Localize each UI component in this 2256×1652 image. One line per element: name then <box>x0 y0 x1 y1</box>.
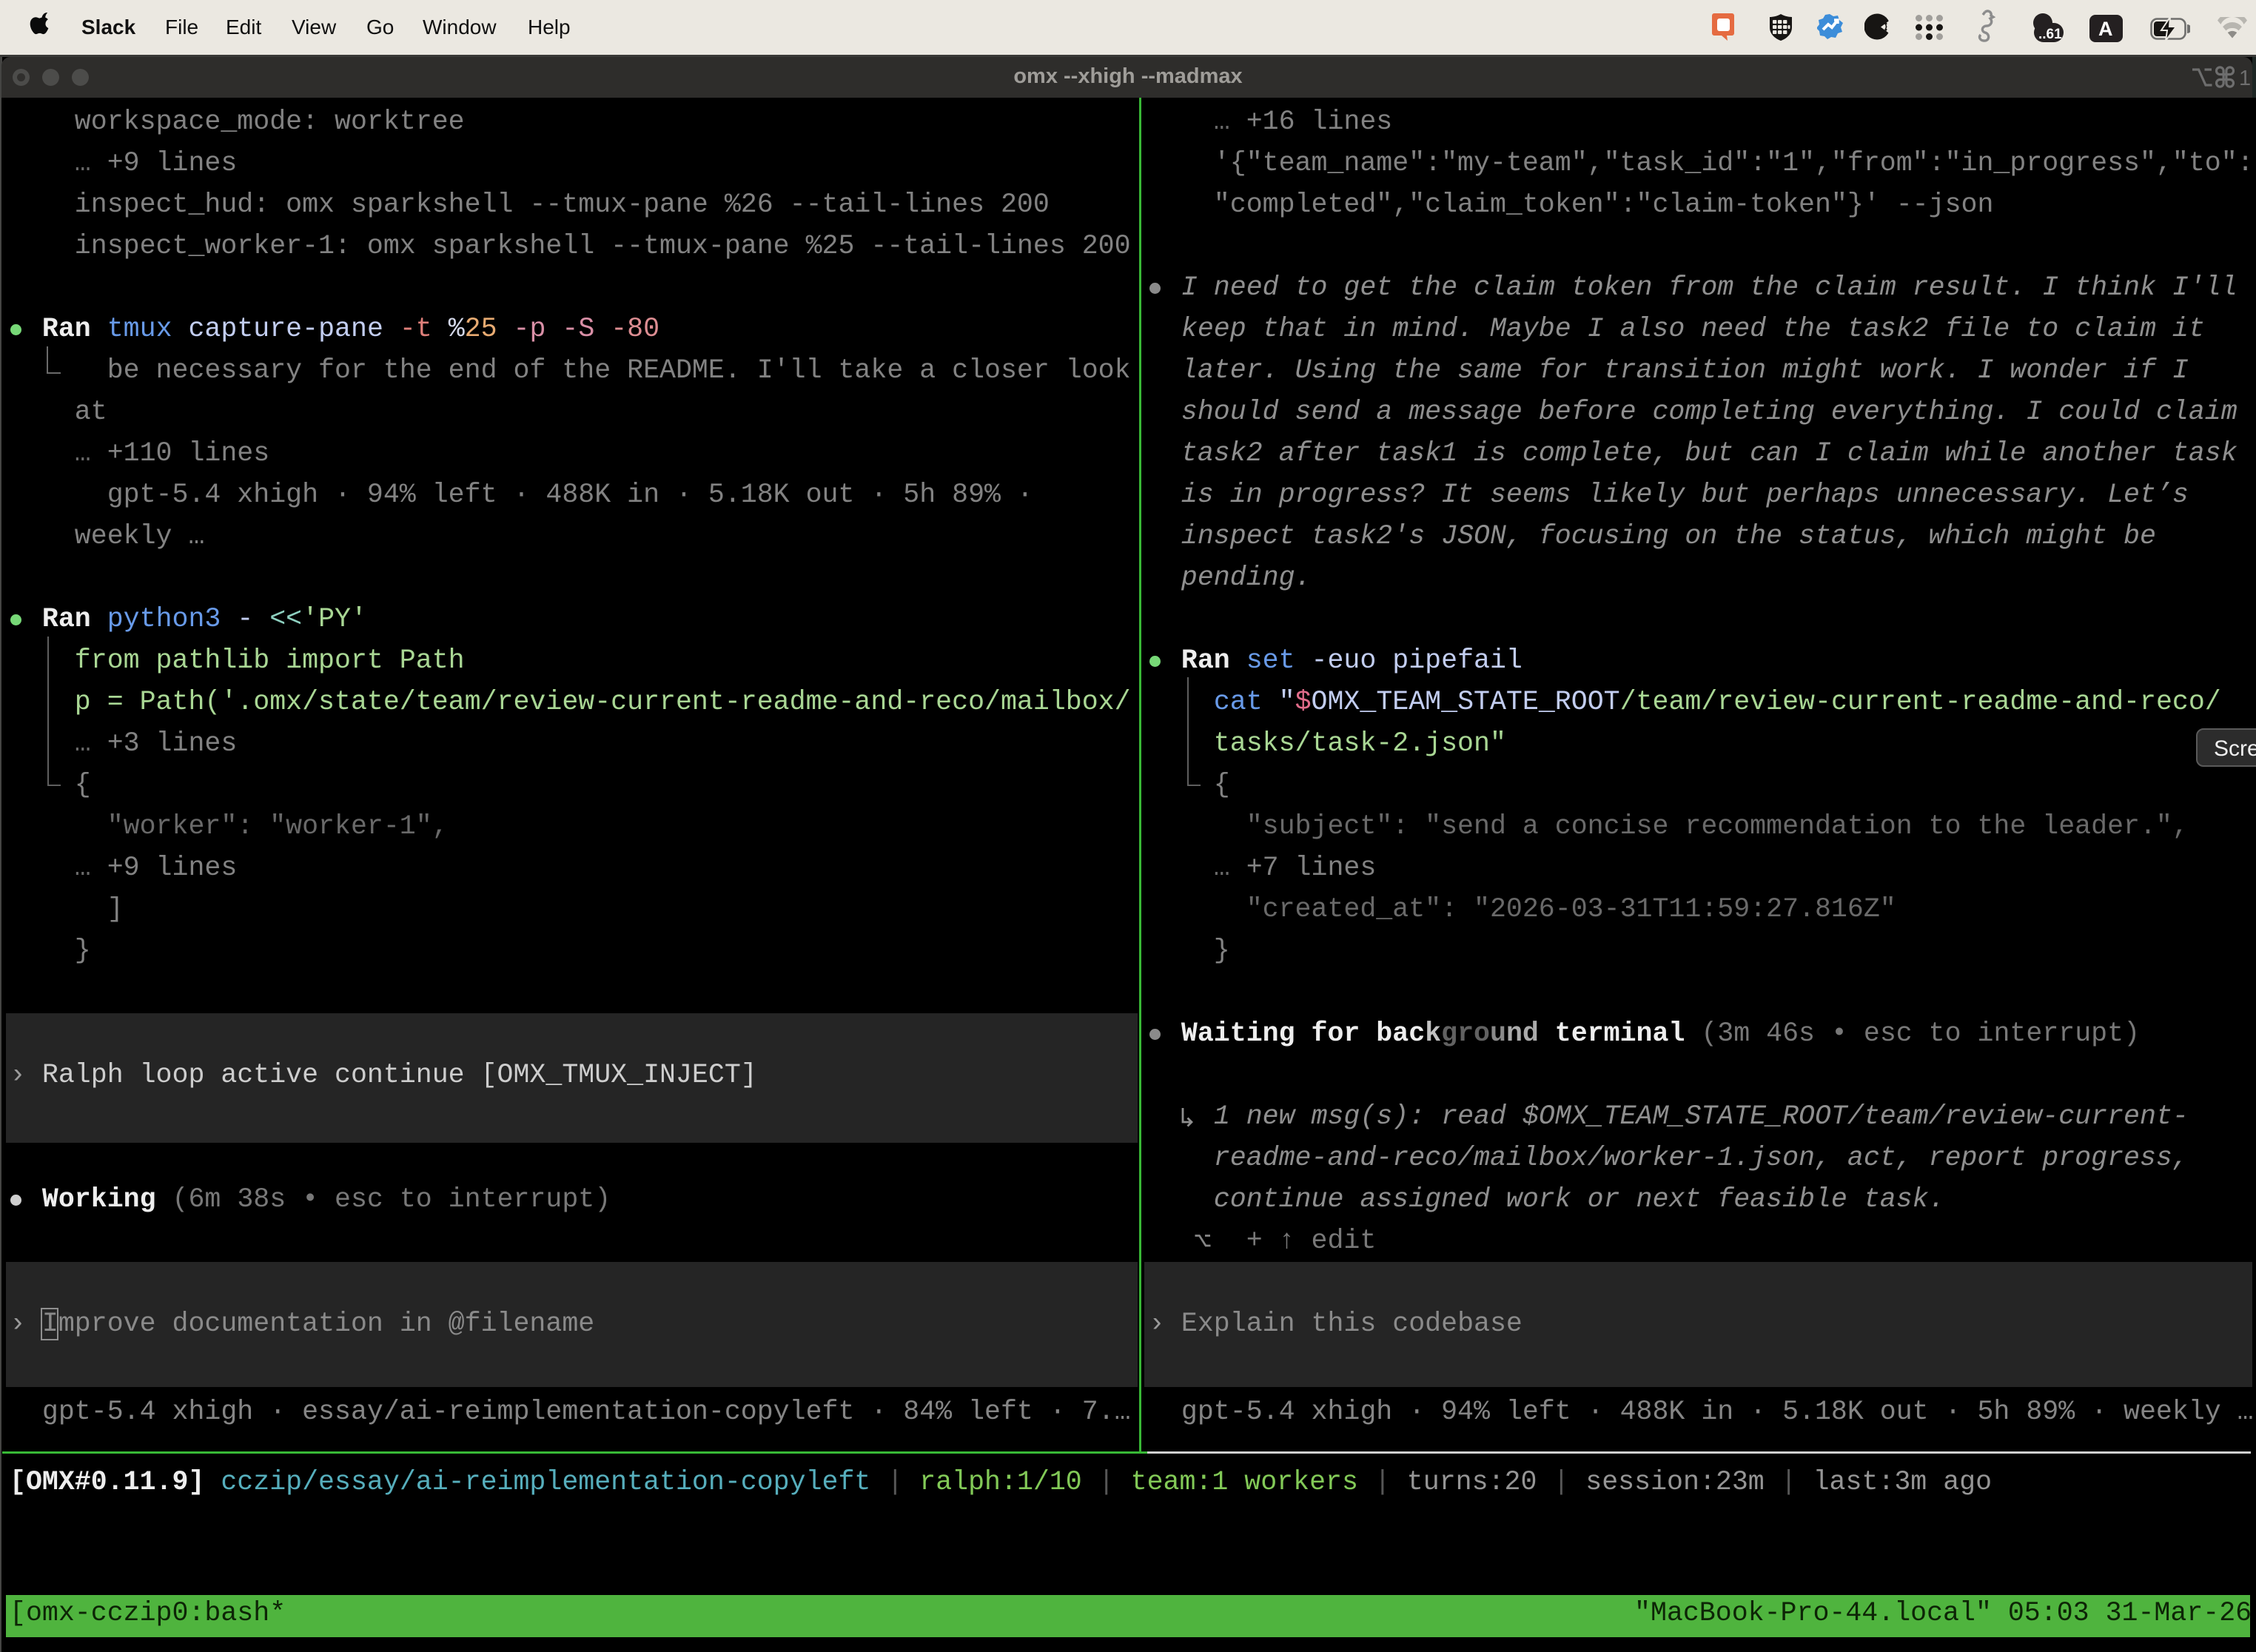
svg-text:A: A <box>2098 18 2113 40</box>
svg-text:..61: ..61 <box>2038 27 2062 42</box>
svg-text:1: 1 <box>2239 67 2251 90</box>
